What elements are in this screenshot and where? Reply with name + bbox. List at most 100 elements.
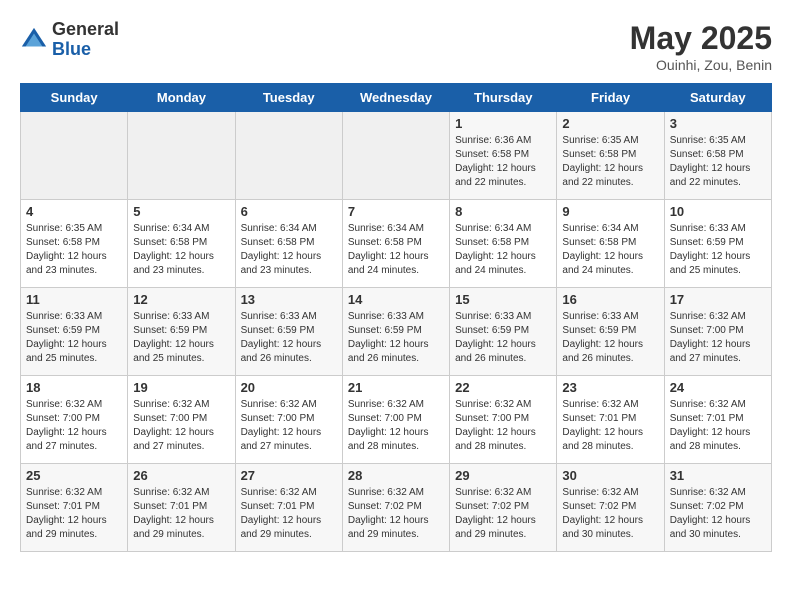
day-info: Sunrise: 6:33 AM Sunset: 6:59 PM Dayligh… [670,222,766,278]
day-number: 28 [348,468,444,483]
calendar-cell: 23 Sunrise: 6:32 AM Sunset: 7:01 PM Dayli… [557,376,664,464]
calendar-cell: 1 Sunrise: 6:36 AM Sunset: 6:58 PM Daylig… [450,112,557,200]
calendar-cell: 17 Sunrise: 6:32 AM Sunset: 7:00 PM Dayli… [664,288,771,376]
day-header-friday: Friday [557,84,664,112]
day-number: 5 [133,204,229,219]
day-number: 30 [562,468,658,483]
day-number: 20 [241,380,337,395]
day-info: Sunrise: 6:32 AM Sunset: 7:01 PM Dayligh… [670,398,766,454]
logo: General Blue [20,20,119,60]
day-info: Sunrise: 6:32 AM Sunset: 7:00 PM Dayligh… [455,398,551,454]
calendar-cell: 22Sunrise: 6:32 AM Sunset: 7:00 PM Dayli… [450,376,557,464]
calendar-cell: 7 Sunrise: 6:34 AM Sunset: 6:58 PM Daylig… [342,200,449,288]
day-header-thursday: Thursday [450,84,557,112]
week-row-2: 4 Sunrise: 6:35 AM Sunset: 6:58 PM Daylig… [21,200,772,288]
page-header: General Blue May 2025 Ouinhi, Zou, Benin [20,20,772,73]
day-number: 9 [562,204,658,219]
calendar-cell: 20 Sunrise: 6:32 AM Sunset: 7:00 PM Dayli… [235,376,342,464]
title-block: May 2025 Ouinhi, Zou, Benin [630,20,772,73]
calendar-cell: 31Sunrise: 6:32 AM Sunset: 7:02 PM Dayli… [664,464,771,552]
logo-blue: Blue [52,40,119,60]
day-info: Sunrise: 6:32 AM Sunset: 7:02 PM Dayligh… [670,486,766,542]
day-number: 23 [562,380,658,395]
logo-general: General [52,20,119,40]
logo-icon [20,26,48,54]
day-header-wednesday: Wednesday [342,84,449,112]
calendar-cell: 16 Sunrise: 6:33 AM Sunset: 6:59 PM Dayli… [557,288,664,376]
day-number: 3 [670,116,766,131]
week-row-3: 11 Sunrise: 6:33 AM Sunset: 6:59 PM Dayli… [21,288,772,376]
calendar-cell: 26Sunrise: 6:32 AM Sunset: 7:01 PM Dayli… [128,464,235,552]
day-info: Sunrise: 6:33 AM Sunset: 6:59 PM Dayligh… [562,310,658,366]
calendar-cell: 10 Sunrise: 6:33 AM Sunset: 6:59 PM Dayli… [664,200,771,288]
day-number: 12 [133,292,229,307]
day-number: 10 [670,204,766,219]
day-header-monday: Monday [128,84,235,112]
day-info: Sunrise: 6:33 AM Sunset: 6:59 PM Dayligh… [133,310,229,366]
calendar-cell [21,112,128,200]
day-number: 2 [562,116,658,131]
day-info: Sunrise: 6:33 AM Sunset: 6:59 PM Dayligh… [455,310,551,366]
day-number: 11 [26,292,122,307]
calendar-cell: 2 Sunrise: 6:35 AM Sunset: 6:58 PM Daylig… [557,112,664,200]
day-header-saturday: Saturday [664,84,771,112]
calendar-cell: 6Sunrise: 6:34 AM Sunset: 6:58 PM Daylig… [235,200,342,288]
day-number: 14 [348,292,444,307]
day-info: Sunrise: 6:34 AM Sunset: 6:58 PM Dayligh… [455,222,551,278]
day-number: 7 [348,204,444,219]
day-number: 6 [241,204,337,219]
day-number: 19 [133,380,229,395]
day-info: Sunrise: 6:32 AM Sunset: 7:00 PM Dayligh… [670,310,766,366]
day-info: Sunrise: 6:32 AM Sunset: 7:00 PM Dayligh… [133,398,229,454]
calendar-cell: 15 Sunrise: 6:33 AM Sunset: 6:59 PM Dayli… [450,288,557,376]
calendar-cell: 13Sunrise: 6:33 AM Sunset: 6:59 PM Dayli… [235,288,342,376]
day-info: Sunrise: 6:34 AM Sunset: 6:58 PM Dayligh… [133,222,229,278]
calendar-cell: 4 Sunrise: 6:35 AM Sunset: 6:58 PM Daylig… [21,200,128,288]
day-header-tuesday: Tuesday [235,84,342,112]
calendar-cell: 29Sunrise: 6:32 AM Sunset: 7:02 PM Dayli… [450,464,557,552]
calendar-cell: 12 Sunrise: 6:33 AM Sunset: 6:59 PM Dayli… [128,288,235,376]
calendar-cell: 8Sunrise: 6:34 AM Sunset: 6:58 PM Daylig… [450,200,557,288]
calendar-cell [128,112,235,200]
day-number: 24 [670,380,766,395]
day-info: Sunrise: 6:35 AM Sunset: 6:58 PM Dayligh… [670,134,766,190]
calendar-body: 1 Sunrise: 6:36 AM Sunset: 6:58 PM Daylig… [21,112,772,552]
calendar-cell: 27 Sunrise: 6:32 AM Sunset: 7:01 PM Dayli… [235,464,342,552]
day-number: 27 [241,468,337,483]
calendar-cell: 21Sunrise: 6:32 AM Sunset: 7:00 PM Dayli… [342,376,449,464]
day-info: Sunrise: 6:35 AM Sunset: 6:58 PM Dayligh… [562,134,658,190]
day-info: Sunrise: 6:34 AM Sunset: 6:58 PM Dayligh… [562,222,658,278]
day-info: Sunrise: 6:32 AM Sunset: 7:02 PM Dayligh… [562,486,658,542]
calendar-cell: 3 Sunrise: 6:35 AM Sunset: 6:58 PM Daylig… [664,112,771,200]
calendar-title: May 2025 [630,20,772,57]
day-info: Sunrise: 6:32 AM Sunset: 7:01 PM Dayligh… [241,486,337,542]
calendar-cell: 9 Sunrise: 6:34 AM Sunset: 6:58 PM Daylig… [557,200,664,288]
day-info: Sunrise: 6:33 AM Sunset: 6:59 PM Dayligh… [348,310,444,366]
day-number: 4 [26,204,122,219]
calendar-cell: 24 Sunrise: 6:32 AM Sunset: 7:01 PM Dayli… [664,376,771,464]
calendar-cell [235,112,342,200]
day-info: Sunrise: 6:32 AM Sunset: 7:01 PM Dayligh… [26,486,122,542]
day-info: Sunrise: 6:33 AM Sunset: 6:59 PM Dayligh… [241,310,337,366]
calendar-cell [342,112,449,200]
day-info: Sunrise: 6:34 AM Sunset: 6:58 PM Dayligh… [348,222,444,278]
day-number: 1 [455,116,551,131]
day-number: 16 [562,292,658,307]
calendar-table: SundayMondayTuesdayWednesdayThursdayFrid… [20,83,772,552]
week-row-1: 1 Sunrise: 6:36 AM Sunset: 6:58 PM Daylig… [21,112,772,200]
day-info: Sunrise: 6:32 AM Sunset: 7:02 PM Dayligh… [455,486,551,542]
week-row-5: 25 Sunrise: 6:32 AM Sunset: 7:01 PM Dayli… [21,464,772,552]
day-info: Sunrise: 6:36 AM Sunset: 6:58 PM Dayligh… [455,134,551,190]
day-number: 25 [26,468,122,483]
calendar-subtitle: Ouinhi, Zou, Benin [630,57,772,73]
logo-text: General Blue [52,20,119,60]
day-number: 17 [670,292,766,307]
day-number: 15 [455,292,551,307]
calendar-cell: 14 Sunrise: 6:33 AM Sunset: 6:59 PM Dayli… [342,288,449,376]
day-info: Sunrise: 6:32 AM Sunset: 7:00 PM Dayligh… [26,398,122,454]
day-info: Sunrise: 6:35 AM Sunset: 6:58 PM Dayligh… [26,222,122,278]
calendar-cell: 5 Sunrise: 6:34 AM Sunset: 6:58 PM Daylig… [128,200,235,288]
day-info: Sunrise: 6:32 AM Sunset: 7:00 PM Dayligh… [241,398,337,454]
day-info: Sunrise: 6:32 AM Sunset: 7:01 PM Dayligh… [562,398,658,454]
day-number: 21 [348,380,444,395]
